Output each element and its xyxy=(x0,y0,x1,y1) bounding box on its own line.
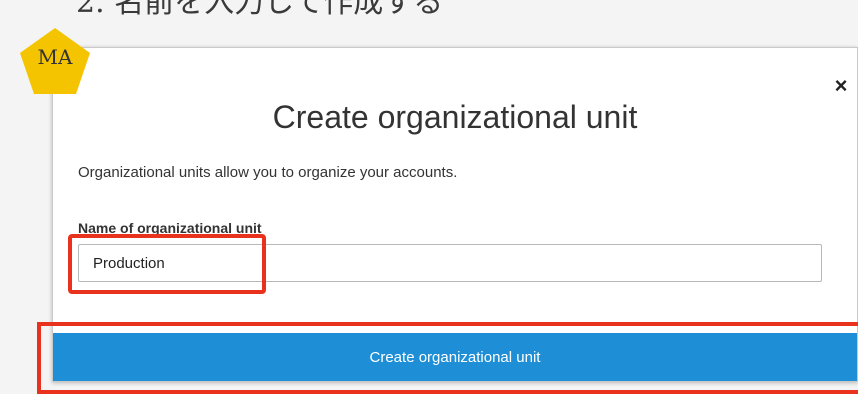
close-icon[interactable]: × xyxy=(831,75,851,97)
create-ou-dialog: × Create organizational unit Organizatio… xyxy=(52,47,858,382)
dialog-title: Create organizational unit xyxy=(272,99,638,135)
dialog-description: Organizational units allow you to organi… xyxy=(78,164,458,181)
step-heading: 2. 名前を入力して作成する xyxy=(76,0,444,20)
badge-label: MA xyxy=(37,45,73,69)
ou-name-input[interactable] xyxy=(78,244,822,282)
ma-badge: MA xyxy=(18,26,92,96)
ou-name-label: Name of organizational unit xyxy=(78,220,262,236)
create-ou-button[interactable]: Create organizational unit xyxy=(53,333,857,381)
